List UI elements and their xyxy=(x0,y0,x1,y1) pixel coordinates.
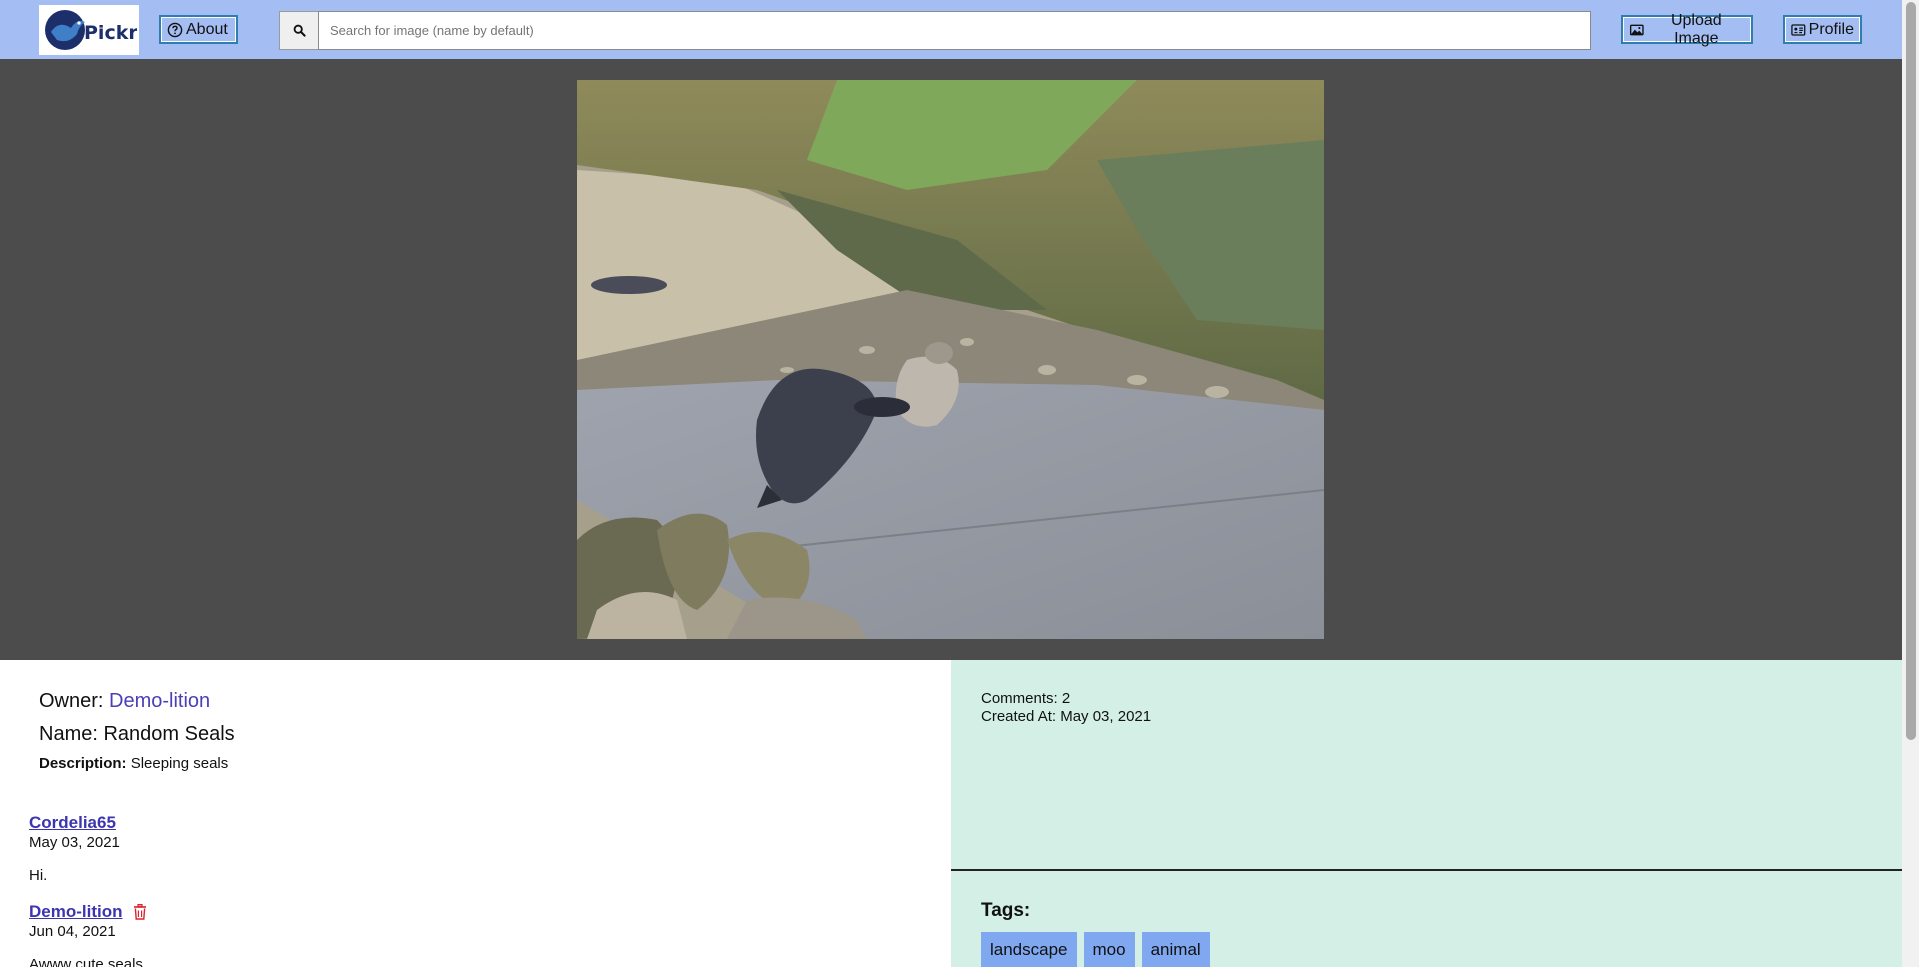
comment-count: Comments: 2 xyxy=(981,690,1071,707)
name-label: Name: xyxy=(39,723,98,745)
search-button[interactable] xyxy=(279,11,319,50)
created-at: Created At: May 03, 2021 xyxy=(981,708,1152,725)
upload-image-button[interactable]: Upload Image xyxy=(1621,12,1753,47)
pickr-logo-icon: Pickr xyxy=(45,10,137,50)
comment-item: Cordelia65 May 03, 2021 Hi. xyxy=(29,813,120,884)
scrollbar-thumb[interactable] xyxy=(1906,2,1916,740)
about-button[interactable]: About xyxy=(159,15,238,44)
description-label: Description: xyxy=(39,755,127,772)
image-viewer xyxy=(0,59,1902,660)
comment-item: Demo-lition Jun 04, 2021 Awww cute seals xyxy=(29,902,147,967)
image-name: Random Seals xyxy=(103,723,235,745)
top-navbar: Pickr About Upload Image xyxy=(0,0,1902,59)
comment-author-link[interactable]: Cordelia65 xyxy=(29,813,116,833)
id-card-icon xyxy=(1791,23,1806,36)
divider xyxy=(951,869,1902,871)
svg-text:Pickr: Pickr xyxy=(84,22,137,44)
search-input[interactable] xyxy=(318,11,1591,50)
about-label: About xyxy=(186,20,228,38)
name-line: Name: Random Seals xyxy=(39,723,235,746)
magnifier-icon xyxy=(293,24,306,37)
seals-photo xyxy=(577,80,1324,639)
seals-photo-image xyxy=(577,80,1324,639)
tag-chip[interactable]: animal xyxy=(1141,932,1210,967)
upload-image-label: Upload Image xyxy=(1670,11,1722,47)
comment-text: Hi. xyxy=(29,867,48,884)
owner-label: Owner: xyxy=(39,690,104,712)
tag-chip[interactable]: landscape xyxy=(981,932,1077,967)
vertical-scrollbar[interactable] xyxy=(1902,0,1919,967)
owner-line: Owner: Demo-lition xyxy=(39,690,210,713)
comment-date: May 03, 2021 xyxy=(29,834,120,851)
image-details-panel: Owner: Demo-lition Name: Random Seals De… xyxy=(0,660,951,967)
comment-date: Jun 04, 2021 xyxy=(29,923,116,940)
tag-list: landscape moo animal xyxy=(981,932,1210,967)
comment-author-link[interactable]: Demo-lition xyxy=(29,902,123,922)
meta-info: Comments: 2 Created At: May 03, 2021 xyxy=(981,690,1151,726)
tags-title: Tags: xyxy=(981,900,1031,921)
trash-icon[interactable] xyxy=(133,904,147,920)
tag-chip[interactable]: moo xyxy=(1083,932,1135,967)
description-line: Description: Sleeping seals xyxy=(39,755,228,772)
pickr-logo[interactable]: Pickr xyxy=(39,5,139,55)
image-meta-panel: Comments: 2 Created At: May 03, 2021 Tag… xyxy=(951,660,1902,967)
profile-button[interactable]: Profile xyxy=(1783,15,1862,44)
description-text: Sleeping seals xyxy=(130,755,229,772)
profile-label: Profile xyxy=(1808,20,1854,38)
image-icon xyxy=(1629,24,1644,35)
question-circle-icon xyxy=(167,22,183,37)
comment-text: Awww cute seals xyxy=(29,956,143,967)
owner-link[interactable]: Demo-lition xyxy=(109,690,210,712)
